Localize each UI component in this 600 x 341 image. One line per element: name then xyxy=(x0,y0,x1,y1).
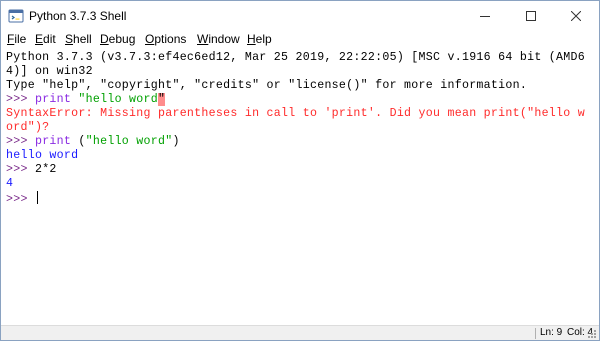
status-separator xyxy=(535,328,536,339)
input-line: >>> 2*2 xyxy=(6,163,57,177)
banner-line: Python 3.7.3 (v3.7.3:ef4ec6ed12, Mar 25 … xyxy=(6,51,585,64)
input-line: >>> print "hello word" xyxy=(6,93,166,107)
error-message: ord")? xyxy=(6,121,50,134)
input-line[interactable]: >>> xyxy=(6,191,39,207)
menu-shell[interactable]: Shell xyxy=(65,32,92,46)
output-line: 4 xyxy=(6,177,14,190)
string-token: "hello word" xyxy=(85,135,173,148)
text-cursor xyxy=(36,191,39,204)
line-number: Ln: 9 xyxy=(540,327,563,338)
minimize-icon xyxy=(480,16,490,17)
maximize-button[interactable] xyxy=(508,1,554,31)
expression-token: 2*2 xyxy=(34,163,57,176)
paren-token: ) xyxy=(172,135,180,148)
menu-file[interactable]: File xyxy=(7,32,26,46)
minimize-button[interactable] xyxy=(462,1,508,31)
paren-token: ( xyxy=(71,135,86,148)
shell-prompt: >>> xyxy=(6,163,35,176)
title-bar[interactable]: Python 3.7.3 Shell xyxy=(1,1,599,31)
banner-line: Type "help", "copyright", "credits" or "… xyxy=(6,79,528,92)
close-button[interactable] xyxy=(553,1,599,31)
shell-prompt: >>> xyxy=(6,135,35,148)
menu-bar: File Edit Shell Debug Options Window Hel… xyxy=(1,31,599,49)
output-line: hello word xyxy=(6,149,79,162)
close-icon xyxy=(571,11,581,21)
menu-window[interactable]: Window xyxy=(197,32,240,46)
shell-prompt: >>> xyxy=(6,193,35,206)
status-bar: Ln: 9 Col: 4 xyxy=(1,325,599,340)
input-line: >>> print ("hello word") xyxy=(6,135,180,149)
error-highlight: " xyxy=(158,93,166,106)
maximize-icon xyxy=(526,11,536,21)
menu-help[interactable]: Help xyxy=(247,32,272,46)
menu-edit[interactable]: Edit xyxy=(35,32,56,46)
python-idle-icon xyxy=(8,9,24,23)
menu-debug[interactable]: Debug xyxy=(100,32,135,46)
window-title: Python 3.7.3 Shell xyxy=(29,9,127,23)
shell-prompt: >>> xyxy=(6,93,35,106)
idle-shell-window: Python 3.7.3 Shell File Edit Shell Debug… xyxy=(0,0,600,341)
shell-text-area[interactable]: Python 3.7.3 (v3.7.3:ef4ec6ed12, Mar 25 … xyxy=(1,49,599,325)
string-token: "hello word xyxy=(78,93,159,106)
banner-line: 4)] on win32 xyxy=(6,65,93,78)
resize-grip-icon[interactable] xyxy=(587,329,597,339)
menu-options[interactable]: Options xyxy=(145,32,186,46)
keyword-token: print xyxy=(34,93,72,106)
error-message: SyntaxError: Missing parentheses in call… xyxy=(6,107,585,120)
keyword-token: print xyxy=(34,135,72,148)
